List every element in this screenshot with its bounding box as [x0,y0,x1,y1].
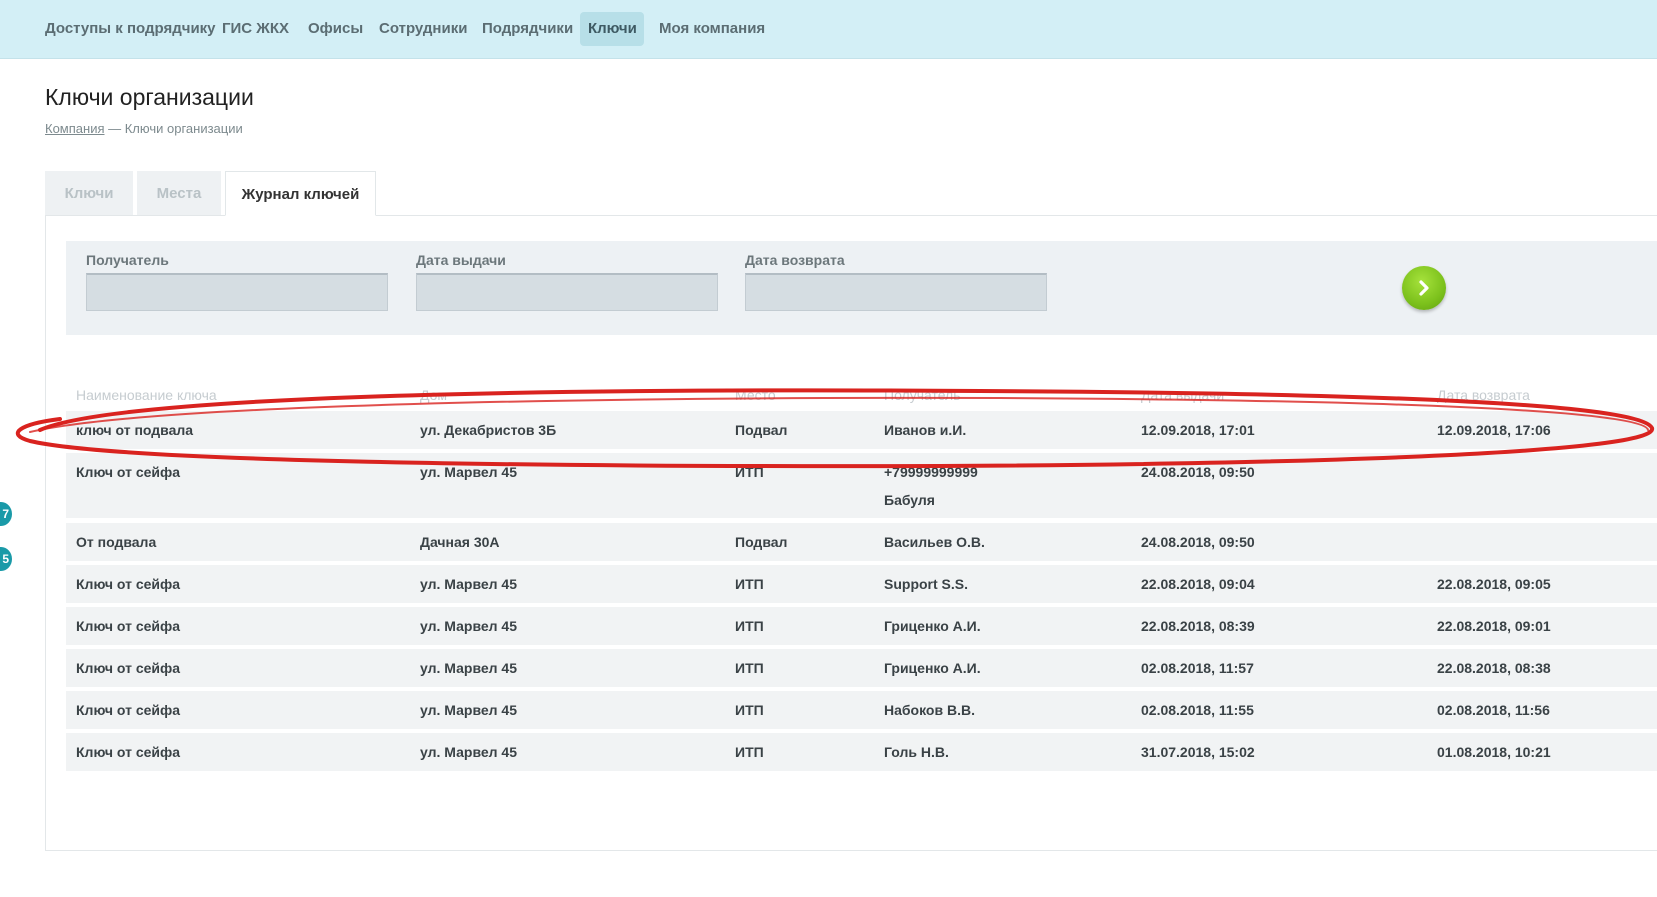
issue-date-filter-input[interactable] [416,273,718,311]
table-row[interactable]: Ключ от сейфа ул. Марвел 45 ИТП Гриценко… [66,649,1657,687]
cell-recipient: Гриценко А.И. [884,618,981,634]
cell-recipient: Гриценко А.И. [884,660,981,676]
apply-filter-button[interactable] [1402,266,1446,310]
table-row[interactable]: Ключ от сейфа ул. Марвел 45 ИТП Набоков … [66,691,1657,729]
cell-place: ИТП [735,464,764,480]
column-header-key-name: Наименование ключа [76,387,217,403]
cell-recipient: Голь Н.В. [884,744,949,760]
recipient-filter-label: Получатель [86,252,169,268]
nav-employees[interactable]: Сотрудники [371,12,475,46]
chevron-right-icon [1415,273,1433,304]
column-header-house: Дом [420,387,448,403]
cell-key-name: Ключ от сейфа [76,660,181,676]
cell-issue-date: 24.08.2018, 09:50 [1141,534,1255,550]
cell-recipient: +79999999999 [884,464,978,480]
cell-place: Подвал [735,422,788,438]
cell-key-name: Ключ от сейфа [76,744,181,760]
cell-place: ИТП [735,576,764,592]
cell-place: ИТП [735,660,764,676]
cell-return-date: 22.08.2018, 09:05 [1437,576,1551,592]
cell-issue-date: 31.07.2018, 15:02 [1141,744,1255,760]
cell-recipient: Support S.S. [884,576,968,592]
cell-place: ИТП [735,744,764,760]
cell-key-name: ключ от подвала [76,422,194,438]
recipient-filter-input[interactable] [86,273,388,311]
column-header-issue-date: Дата выдачи [1141,387,1225,403]
cell-recipient-line2: Бабуля [884,492,935,508]
cell-house: ул. Марвел 45 [420,464,518,480]
column-header-return-date: Дата возврата [1437,387,1530,403]
cell-recipient: Набоков В.В. [884,702,975,718]
column-header-recipient: Получатель [884,387,961,403]
tab-places[interactable]: Места [137,171,221,216]
cell-issue-date: 24.08.2018, 09:50 [1141,464,1255,480]
side-badge[interactable]: 5 [0,547,12,571]
breadcrumb-separator: — [104,121,125,136]
cell-recipient: Васильев О.В. [884,534,985,550]
nav-keys[interactable]: Ключи [580,12,644,46]
cell-issue-date: 12.09.2018, 17:01 [1141,422,1255,438]
cell-issue-date: 22.08.2018, 09:04 [1141,576,1255,592]
nav-gis-zhkh[interactable]: ГИС ЖКХ [214,12,297,46]
cell-key-name: Ключ от сейфа [76,618,181,634]
cell-key-name: Ключ от сейфа [76,576,181,592]
cell-recipient: Иванов и.И. [884,422,967,438]
cell-return-date: 01.08.2018, 10:21 [1437,744,1551,760]
cell-house: ул. Марвел 45 [420,576,518,592]
cell-return-date: 02.08.2018, 11:56 [1437,702,1550,718]
cell-issue-date: 02.08.2018, 11:55 [1141,702,1254,718]
cell-issue-date: 02.08.2018, 11:57 [1141,660,1254,676]
side-badge[interactable]: 7 [0,502,12,526]
cell-house: ул. Марвел 45 [420,744,518,760]
cell-place: ИТП [735,702,764,718]
table-row[interactable]: От подвала Дачная 30А Подвал Васильев О.… [66,523,1657,561]
issue-date-filter-label: Дата выдачи [416,252,506,268]
nav-my-company[interactable]: Моя компания [651,12,773,46]
breadcrumb-current: Ключи организации [124,121,243,136]
breadcrumb-link-company[interactable]: Компания [45,121,105,136]
table-row[interactable]: Ключ от сейфа ул. Марвел 45 ИТП +7999999… [66,453,1657,518]
cell-key-name: От подвала [76,534,157,550]
return-date-filter-label: Дата возврата [745,252,845,268]
table-row[interactable]: Ключ от сейфа ул. Марвел 45 ИТП Гриценко… [66,607,1657,645]
column-header-place: Место [735,387,776,403]
cell-house: ул. Декабристов 3Б [420,422,557,438]
cell-house: ул. Марвел 45 [420,660,518,676]
tab-key-log[interactable]: Журнал ключей [225,171,376,216]
cell-house: Дачная 30А [420,534,500,550]
nav-contractor-access[interactable]: Доступы к подрядчику [37,12,224,46]
table-row[interactable]: Ключ от сейфа ул. Марвел 45 ИТП Голь Н.В… [66,733,1657,771]
nav-contractors[interactable]: Подрядчики [474,12,581,46]
top-navigation: Доступы к подрядчику ГИС ЖКХ Офисы Сотру… [0,0,1657,59]
table-row[interactable]: Ключ от сейфа ул. Марвел 45 ИТП Support … [66,565,1657,603]
cell-house: ул. Марвел 45 [420,702,518,718]
cell-issue-date: 22.08.2018, 08:39 [1141,618,1255,634]
nav-offices[interactable]: Офисы [300,12,371,46]
cell-key-name: Ключ от сейфа [76,464,181,480]
page-title: Ключи организации [45,84,254,110]
table-row[interactable]: ключ от подвала ул. Декабристов 3Б Подва… [66,411,1657,449]
tab-keys[interactable]: Ключи [45,171,133,216]
cell-place: ИТП [735,618,764,634]
cell-return-date: 12.09.2018, 17:06 [1437,422,1551,438]
cell-place: Подвал [735,534,788,550]
cell-house: ул. Марвел 45 [420,618,518,634]
cell-return-date: 22.08.2018, 09:01 [1437,618,1551,634]
breadcrumb: Компания — Ключи организации [45,121,243,136]
cell-key-name: Ключ от сейфа [76,702,181,718]
return-date-filter-input[interactable] [745,273,1047,311]
cell-return-date: 22.08.2018, 08:38 [1437,660,1551,676]
